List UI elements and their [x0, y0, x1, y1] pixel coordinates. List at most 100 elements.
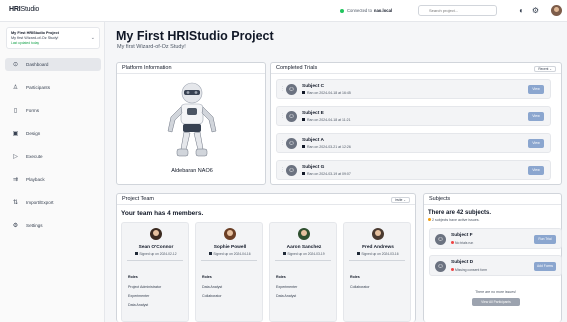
sidebar-item-playback[interactable]: ⇉ Playback: [5, 173, 101, 186]
view-all-participants-button[interactable]: View All Participants: [472, 298, 520, 306]
top-bar: HRIStudio Connected to nao.local ◐ ⚙: [0, 0, 567, 22]
project-name: My First HRIStudio Project: [11, 31, 59, 35]
nao-robot-image: [167, 82, 217, 157]
member-name: Sophie Powell: [213, 245, 247, 250]
avatar: [224, 228, 236, 240]
member-joined: Signed up on 2024-02-12: [122, 252, 190, 256]
sidebar-item-dashboard[interactable]: ⊙ Dashboard: [5, 58, 101, 71]
brand-bold: HRI: [9, 6, 21, 13]
subject-name: Subject D: [451, 260, 474, 265]
sidebar-item-label: Forms: [26, 108, 40, 113]
user-avatar[interactable]: [551, 5, 562, 16]
member-role: Experimenter: [276, 285, 298, 289]
member-role: Data Analyst: [128, 303, 149, 307]
gear-icon[interactable]: ⚙: [531, 6, 540, 15]
chevron-down-icon: ⌄: [90, 35, 95, 41]
roles-heading: Roles: [202, 275, 212, 279]
trial-date: Ran on 2024-03-21 at 12:26: [302, 145, 351, 149]
subject-action-button[interactable]: Run Trial: [534, 235, 556, 244]
view-trial-button[interactable]: View: [528, 85, 544, 94]
calendar-icon: [302, 91, 305, 94]
person-icon: ☺: [286, 84, 297, 95]
person-icon: ☺: [286, 165, 297, 176]
member-joined: Signed up on 2024-03-19: [270, 252, 338, 256]
invite-button[interactable]: Invite ⌄: [390, 197, 410, 203]
member-joined-text: Signed up on 2024-04-16: [213, 252, 251, 256]
sidebar-item-label: Settings: [26, 223, 43, 228]
team-summary: Your team has 4 members.: [121, 210, 204, 217]
trials-filter-dropdown[interactable]: Recent ⌄: [534, 66, 556, 72]
member-joined: Signed up on 2024-04-16: [196, 252, 264, 256]
calendar-icon: [135, 252, 139, 255]
roles-heading: Roles: [350, 275, 360, 279]
completed-trials-card: Completed Trials Recent ⌄ ⋮ ☺ Subject C Ran…: [270, 62, 562, 185]
platform-info-card: Platform Information Aldebaran NAO6: [116, 62, 266, 185]
gear-icon: ⚙: [12, 223, 19, 229]
play-icon: ▷: [13, 154, 18, 160]
drag-handle-icon[interactable]: ⋮: [280, 113, 285, 119]
app-logo[interactable]: HRIStudio: [9, 6, 39, 13]
avatar: [372, 228, 384, 240]
project-selector[interactable]: My First HRIStudio Project My first Wiza…: [6, 27, 100, 49]
trial-row: ⋮ ☺ Subject E Ran on 2024-04-18 at 11:21 Vie…: [276, 106, 551, 126]
search-input[interactable]: [418, 5, 497, 16]
sidebar-item-label: Playback: [26, 177, 45, 182]
sidebar-item-participants[interactable]: ♙ Participants: [5, 81, 101, 94]
subject-action-button[interactable]: Add Forms: [534, 262, 556, 271]
users-icon: ♙: [12, 85, 19, 91]
trial-subject: Subject G: [302, 165, 325, 170]
team-member-card[interactable]: Sean O'Connor Signed up on 2024-02-12 Role…: [121, 222, 189, 322]
sidebar-item-forms[interactable]: ▯ Forms: [5, 104, 101, 117]
trial-date-text: Ran on 2024-03-19 at 09:07: [307, 172, 351, 176]
clock-icon: ⊙: [12, 62, 19, 68]
subject-row: ☺ Subject D Missing consent form Add Forms: [429, 255, 562, 276]
sidebar-item-label: Design: [26, 131, 41, 136]
divider: [201, 260, 257, 261]
theme-toggle-icon[interactable]: ◐: [517, 6, 526, 15]
member-role: Experimenter: [128, 294, 150, 298]
member-role: Project Administrator: [128, 285, 162, 289]
project-description: My first Wizard-of-Oz Study!: [11, 36, 59, 40]
divider: [349, 260, 405, 261]
subject-row: ☺ Subject F No trials run Run Trial: [429, 228, 562, 249]
trial-row: ⋮ ☺ Subject C Ran on 2024-04-18 at 16:45 Vie…: [276, 79, 551, 99]
sidebar-item-label: Import/Export: [26, 200, 54, 205]
sidebar: My First HRIStudio Project My first Wiza…: [0, 22, 105, 322]
team-member-card[interactable]: Sophie Powell Signed up on 2024-04-16 Role…: [195, 222, 263, 322]
member-joined-text: Signed up on 2024-03-19: [287, 252, 325, 256]
view-trial-button[interactable]: View: [528, 112, 544, 121]
member-joined-text: Signed up on 2024-02-12: [139, 252, 177, 256]
view-trial-button[interactable]: View: [528, 139, 544, 148]
trial-date-text: Ran on 2024-04-18 at 11:21: [307, 118, 351, 122]
import-export-icon: ⇅: [12, 200, 19, 206]
calendar-icon: [209, 252, 213, 255]
sidebar-item-settings[interactable]: ⚙ Settings: [5, 219, 101, 232]
avatar: [298, 228, 310, 240]
sidebar-item-execute[interactable]: ▷ Execute: [5, 150, 101, 163]
sidebar-item-design[interactable]: ▣ Design: [5, 127, 101, 140]
page-title: My First HRIStudio Project: [116, 29, 274, 43]
drag-handle-icon[interactable]: ⋮: [280, 167, 285, 173]
drag-handle-icon[interactable]: ⋮: [280, 86, 285, 92]
person-icon: ☺: [435, 234, 446, 245]
calendar-icon: [283, 252, 287, 255]
subject-status-text: No trials run: [455, 241, 474, 245]
page-subtitle: My first Wizard-of-Oz Study!: [117, 44, 186, 50]
trials-filter-label: Recent: [538, 67, 549, 71]
roles-heading: Roles: [276, 275, 286, 279]
subject-status: Missing consent form: [451, 268, 487, 272]
team-member-card[interactable]: Fred Andrews Signed up on 2024-03-16 Roles…: [343, 222, 411, 322]
design-icon: ▣: [12, 131, 19, 137]
view-trial-button[interactable]: View: [528, 166, 544, 175]
member-role: Collaborator: [202, 294, 222, 298]
sidebar-item-import-export[interactable]: ⇅ Import/Export: [5, 196, 101, 209]
person-icon: ☺: [286, 111, 297, 122]
sidebar-item-label: Participants: [26, 85, 51, 90]
trial-date: Ran on 2024-04-18 at 16:45: [302, 91, 351, 95]
alert-dot-icon: [451, 241, 454, 244]
drag-handle-icon[interactable]: ⋮: [280, 140, 285, 146]
subject-status: No trials run: [451, 241, 473, 245]
project-team-title: Project Team: [117, 194, 415, 205]
member-role: Collaborator: [350, 285, 370, 289]
team-member-card[interactable]: Aaron Sanchez Signed up on 2024-03-19 Role…: [269, 222, 337, 322]
